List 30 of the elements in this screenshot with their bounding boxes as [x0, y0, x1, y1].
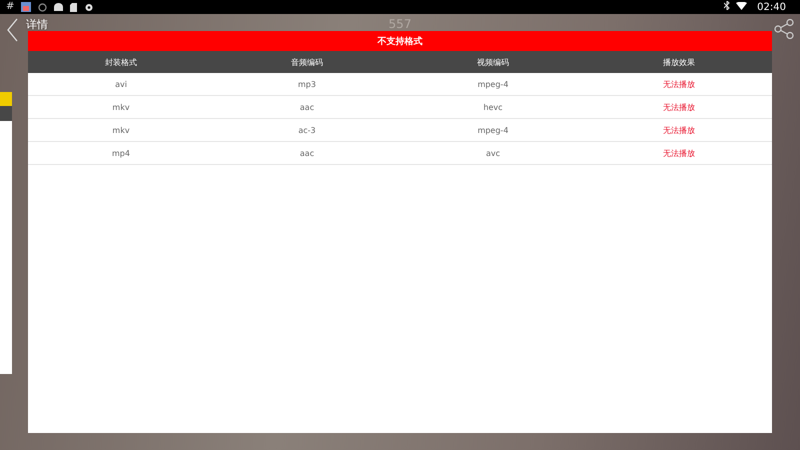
column-header: 视频编码	[476, 56, 510, 68]
bluetooth-icon	[724, 1, 730, 10]
table-cell-text: 无法播放	[662, 124, 696, 136]
column-header: 封装格式	[104, 56, 138, 68]
table-cell-text: 无法播放	[662, 78, 696, 90]
table-cell-text: avi	[114, 78, 128, 90]
hash-icon: #	[6, 2, 14, 12]
gallery-icon	[21, 2, 32, 12]
table-cell-text: mpeg-4	[476, 78, 510, 91]
table-cell-text: aac	[298, 148, 316, 160]
back-icon[interactable]	[6, 18, 18, 42]
column-header: 音频编码	[290, 56, 324, 68]
table-cell-text: ac-3	[297, 124, 317, 136]
sd-card-icon	[70, 2, 78, 12]
table-cell-text: mkv	[111, 124, 131, 136]
wifi-icon	[736, 2, 748, 10]
table-cell-text: mpeg-4	[476, 124, 510, 137]
column-header: 播放效果	[662, 56, 696, 68]
table-cell-text: mkv	[111, 102, 131, 114]
status-time: 02:40	[757, 2, 786, 13]
table-cell-text: avc	[484, 148, 502, 160]
table-cell-text: mp3	[297, 78, 317, 91]
share-icon[interactable]	[774, 19, 794, 39]
page-title: 详情	[26, 18, 48, 31]
table-cell-text: 无法播放	[662, 102, 696, 114]
table-cell-text: mp4	[111, 148, 131, 160]
table-cell-text: 无法播放	[662, 148, 696, 160]
dialog-title: 不支持格式	[28, 31, 772, 51]
table-cell-text: aac	[298, 102, 316, 114]
table-cell-text: hevc	[482, 102, 504, 114]
